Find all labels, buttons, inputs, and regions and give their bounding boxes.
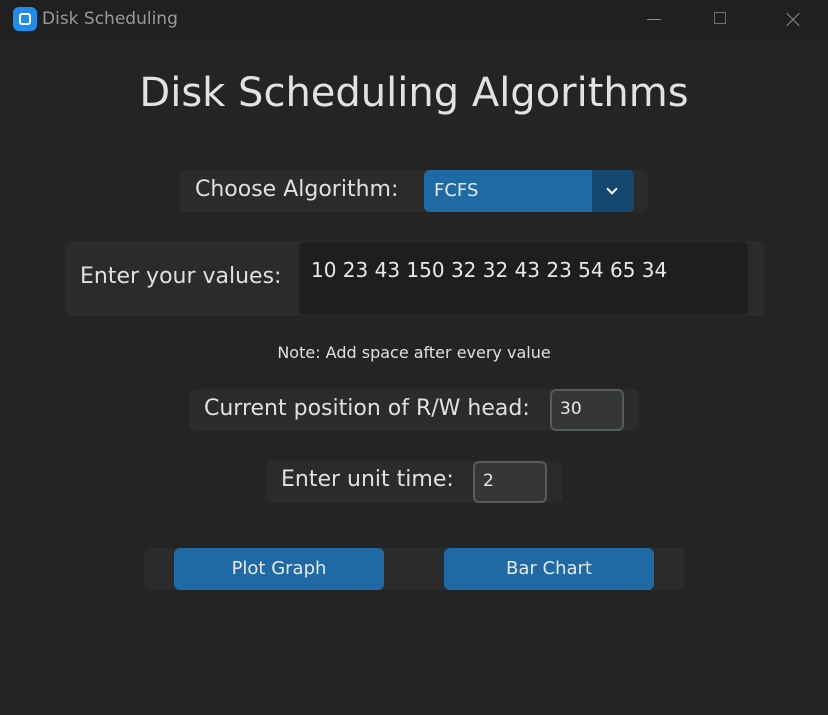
chevron-down-icon[interactable] <box>592 170 634 212</box>
head-position-input[interactable]: 30 <box>550 389 624 431</box>
values-textbox[interactable]: 10 23 43 150 32 32 43 23 54 65 34 <box>299 242 748 315</box>
algorithm-dropdown[interactable]: FCFS <box>424 170 634 212</box>
algorithm-label: Choose Algorithm: <box>195 177 399 202</box>
title-bar[interactable]: Disk Scheduling <box>0 0 828 40</box>
head-position-value: 30 <box>560 399 582 419</box>
minimize-icon <box>647 19 661 20</box>
values-text: 10 23 43 150 32 32 43 23 54 65 34 <box>311 258 668 282</box>
app-window: Disk Scheduling Disk Scheduling Algorith… <box>0 0 828 715</box>
page-title: Disk Scheduling Algorithms <box>139 70 689 116</box>
values-label: Enter your values: <box>80 264 282 289</box>
minimize-button[interactable] <box>631 0 677 40</box>
unit-time-label: Enter unit time: <box>281 467 454 492</box>
note-text: Note: Add space after every value <box>277 343 551 362</box>
unit-time-value: 2 <box>483 471 494 491</box>
head-position-label: Current position of R/W head: <box>204 396 530 421</box>
unit-time-input[interactable]: 2 <box>473 461 547 503</box>
maximize-button[interactable] <box>698 0 744 40</box>
app-icon <box>13 7 37 31</box>
bar-chart-button[interactable]: Bar Chart <box>444 548 654 590</box>
close-button[interactable] <box>770 0 816 40</box>
plot-graph-button[interactable]: Plot Graph <box>174 548 384 590</box>
maximize-icon <box>714 12 726 24</box>
window-title: Disk Scheduling <box>42 9 178 29</box>
algorithm-selected-value: FCFS <box>434 180 479 201</box>
